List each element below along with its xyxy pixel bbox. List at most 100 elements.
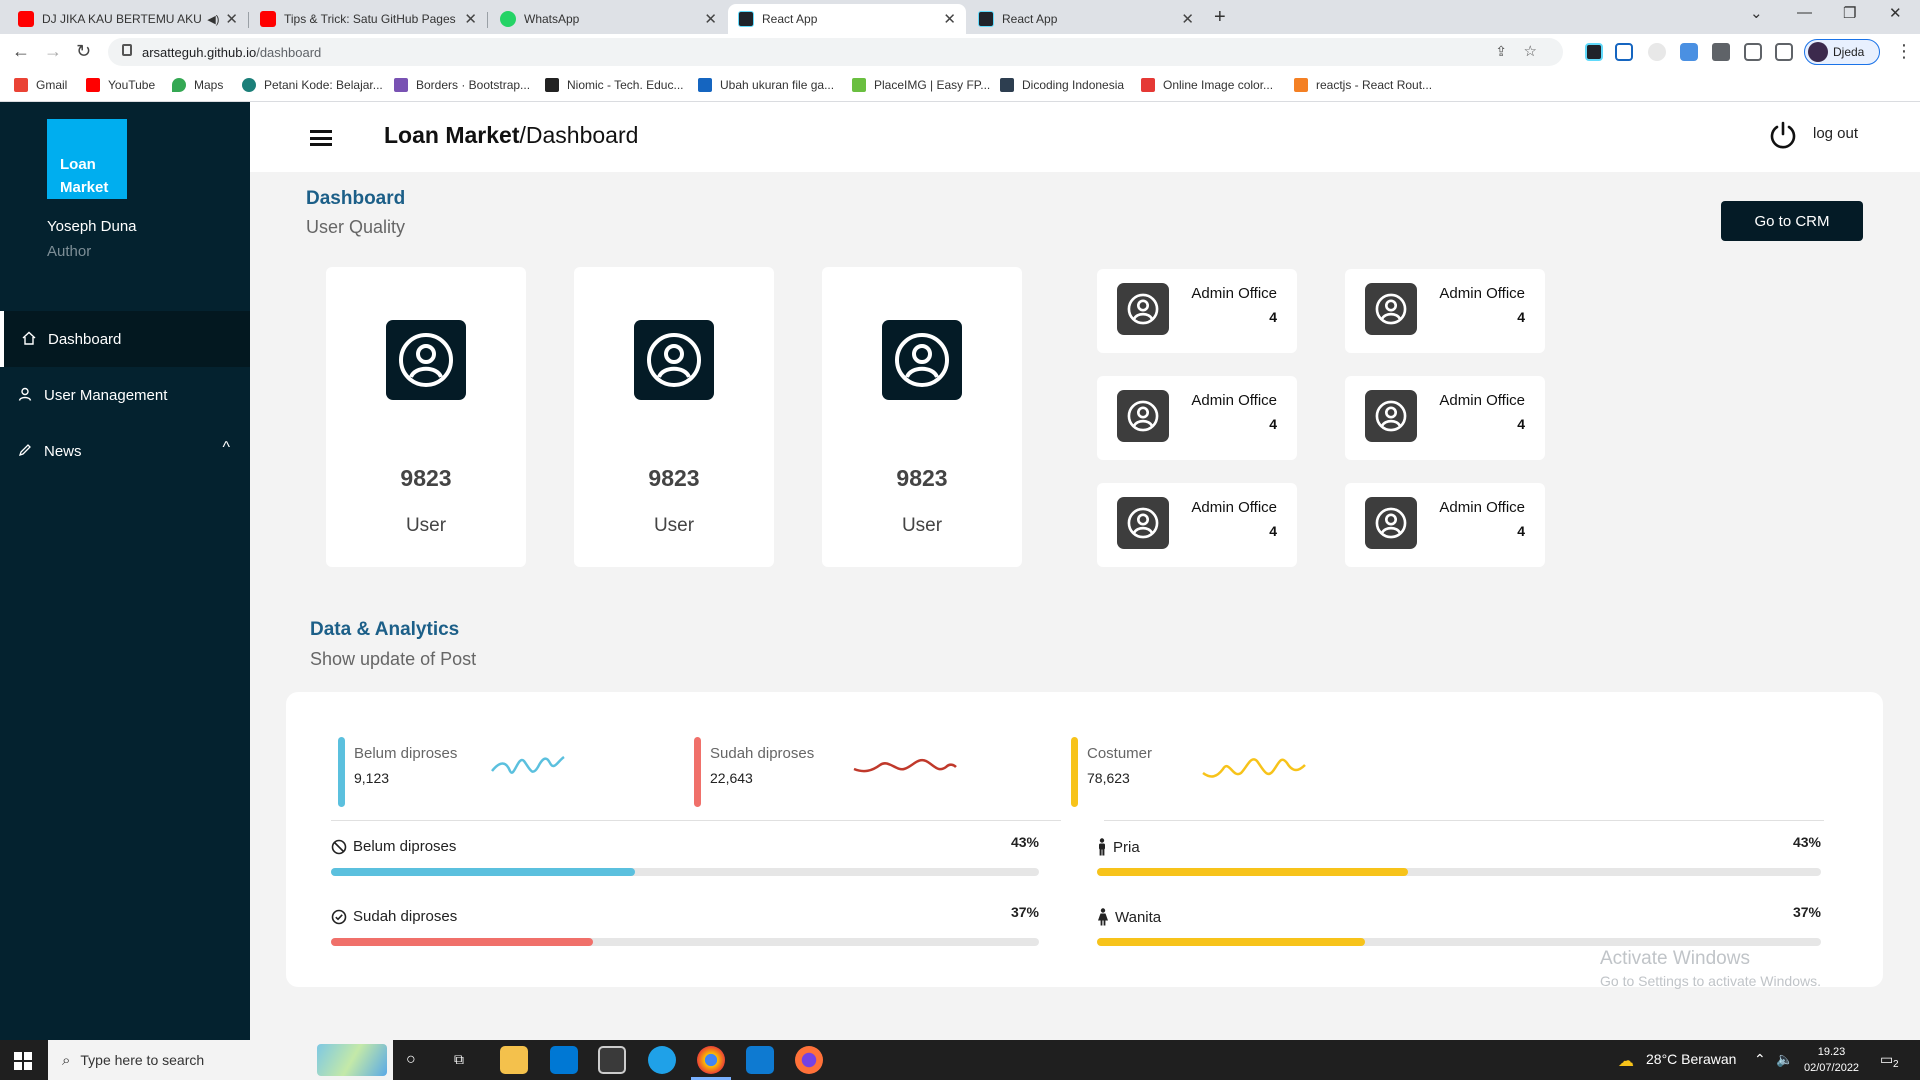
bookmark-item[interactable]: Gmail xyxy=(14,78,67,92)
close-icon[interactable]: ✕ xyxy=(1181,10,1194,28)
restore-icon[interactable]: ❐ xyxy=(1843,4,1856,22)
activate-windows-hint: Go to Settings to activate Windows. xyxy=(1600,973,1821,989)
sparkline-icon xyxy=(853,758,957,773)
window-close-icon[interactable]: ✕ xyxy=(1889,4,1902,22)
progress-fill xyxy=(1097,938,1365,946)
cortana-icon[interactable]: ○ xyxy=(406,1051,416,1069)
minimize-icon[interactable]: — xyxy=(1797,4,1812,21)
admin-office-count: 4 xyxy=(1517,309,1525,325)
weather-icon[interactable]: ☁ xyxy=(1618,1051,1634,1071)
close-icon[interactable]: ✕ xyxy=(225,10,238,28)
extension-icon[interactable] xyxy=(1615,43,1633,61)
browser-tab[interactable]: DJ JIKA KAU BERTEMU AKU ◀) ✕ xyxy=(8,4,249,34)
user-name: Yoseph Duna xyxy=(47,218,137,235)
sidebar-item-news[interactable]: News ^ xyxy=(0,423,250,479)
bookmark-item[interactable]: Online Image color... xyxy=(1141,78,1273,92)
browser-tab-bar: DJ JIKA KAU BERTEMU AKU ◀) ✕ Tips & Tric… xyxy=(0,0,1920,34)
extension-icon[interactable] xyxy=(1648,43,1666,61)
notification-icon[interactable]: ▭ xyxy=(1880,1051,1893,1068)
notification-count: 2 xyxy=(1893,1059,1899,1070)
go-to-crm-button[interactable]: Go to CRM xyxy=(1721,201,1863,241)
user-circle-icon xyxy=(1117,390,1169,442)
admin-office-card: Admin Office 4 xyxy=(1345,483,1545,567)
file-explorer-icon[interactable] xyxy=(500,1046,528,1074)
close-icon[interactable]: ✕ xyxy=(943,10,956,28)
user-circle-icon xyxy=(882,320,962,400)
sidebar-item-user-management[interactable]: User Management xyxy=(0,367,250,423)
browser-tab-active[interactable]: React App ✕ xyxy=(728,4,966,34)
brand-logo[interactable]: Loan Market xyxy=(47,119,127,199)
bookmark-favicon xyxy=(1141,78,1155,92)
logout-link[interactable]: log out xyxy=(1813,125,1858,142)
bookmark-item[interactable]: Ubah ukuran file ga... xyxy=(698,78,834,92)
media-icon[interactable] xyxy=(1744,43,1762,61)
share-icon[interactable]: ⇪ xyxy=(1495,43,1507,60)
menu-kebab-icon[interactable]: ⋮ xyxy=(1895,41,1913,62)
progress-label: Pria xyxy=(1113,838,1140,856)
progress-track xyxy=(1097,868,1821,876)
back-icon[interactable]: ← xyxy=(12,41,30,62)
stat-label: Belum diproses xyxy=(354,745,458,762)
bookmark-item[interactable]: YouTube xyxy=(86,78,155,92)
progress-label: Belum diproses xyxy=(353,838,457,855)
bookmark-item[interactable]: Borders · Bootstrap... xyxy=(394,78,530,92)
puzzle-icon[interactable] xyxy=(1712,43,1730,61)
power-icon[interactable] xyxy=(1768,120,1798,150)
sparkline-icon xyxy=(491,755,565,774)
profile-button[interactable]: Djeda xyxy=(1804,39,1880,65)
chrome-icon[interactable] xyxy=(691,1046,731,1080)
bookmark-item[interactable]: reactjs - React Rout... xyxy=(1294,78,1432,92)
chevron-up-icon[interactable]: ^ xyxy=(222,439,230,457)
browser-tab[interactable]: WhatsApp ✕ xyxy=(490,4,727,34)
user-circle-icon xyxy=(1365,283,1417,335)
forward-icon[interactable]: → xyxy=(44,41,62,62)
avatar xyxy=(1808,42,1828,62)
close-icon[interactable]: ✕ xyxy=(464,10,477,28)
bookmark-item[interactable]: Niomic - Tech. Educ... xyxy=(545,78,683,92)
react-icon xyxy=(738,11,754,27)
bookmark-item[interactable]: Dicoding Indonesia xyxy=(1000,78,1124,92)
bookmark-item[interactable]: Petani Kode: Belajar... xyxy=(242,78,383,92)
firefox-icon[interactable] xyxy=(795,1046,823,1074)
taskbar-clock[interactable]: 19.23 02/07/2022 xyxy=(1804,1044,1859,1076)
user-stat-card: 9823 User xyxy=(326,267,526,567)
side-panel-icon[interactable] xyxy=(1775,43,1793,61)
tab-search-icon[interactable]: ⌄ xyxy=(1750,4,1763,22)
progress-percent: 37% xyxy=(1792,904,1821,920)
url-host: arsatteguh.github.io xyxy=(142,45,257,60)
new-tab-button[interactable]: + xyxy=(1214,6,1226,29)
weather-status[interactable]: 28°C Berawan xyxy=(1646,1051,1736,1067)
progress-fill xyxy=(331,938,593,946)
page-title: Loan Market/Dashboard xyxy=(384,122,639,148)
extension-icon[interactable] xyxy=(1680,43,1698,61)
edge-icon[interactable] xyxy=(648,1046,676,1074)
mail-icon[interactable] xyxy=(550,1046,578,1074)
task-view-icon[interactable]: ⧉ xyxy=(454,1051,464,1068)
progress-track xyxy=(331,868,1039,876)
hamburger-menu-icon[interactable] xyxy=(310,130,332,146)
sidebar-item-dashboard[interactable]: Dashboard xyxy=(0,311,250,367)
react-devtools-icon[interactable] xyxy=(1585,43,1603,61)
bookmark-item[interactable]: PlaceIMG | Easy FP... xyxy=(852,78,990,92)
browser-tab[interactable]: Tips & Trick: Satu GitHub Pages u ✕ xyxy=(250,4,488,34)
windows-start-icon[interactable] xyxy=(14,1052,32,1070)
url-input[interactable]: arsatteguh.github.io/dashboard ⇪ ☆ xyxy=(108,38,1563,66)
close-icon[interactable]: ✕ xyxy=(704,10,717,28)
tray-chevron-up-icon[interactable]: ⌃ xyxy=(1754,1051,1766,1068)
react-icon xyxy=(978,11,994,27)
speaker-icon[interactable]: ◀) xyxy=(207,13,219,26)
user-circle-icon xyxy=(1365,390,1417,442)
volume-icon[interactable]: 🔈 xyxy=(1776,1051,1793,1068)
bookmark-star-icon[interactable]: ☆ xyxy=(1524,42,1537,60)
user-label: User xyxy=(405,515,447,536)
bookmark-favicon xyxy=(242,78,256,92)
taskbar-search-input[interactable]: ⌕ Type here to search xyxy=(48,1040,393,1080)
store-icon[interactable] xyxy=(598,1046,626,1074)
vscode-icon[interactable] xyxy=(746,1046,774,1074)
reload-icon[interactable]: ↻ xyxy=(76,41,91,62)
youtube-icon xyxy=(260,11,276,27)
bookmark-item[interactable]: Maps xyxy=(172,78,223,92)
browser-tab[interactable]: React App ✕ xyxy=(968,4,1204,34)
admin-office-count: 4 xyxy=(1517,416,1525,432)
bookmark-favicon xyxy=(545,78,559,92)
